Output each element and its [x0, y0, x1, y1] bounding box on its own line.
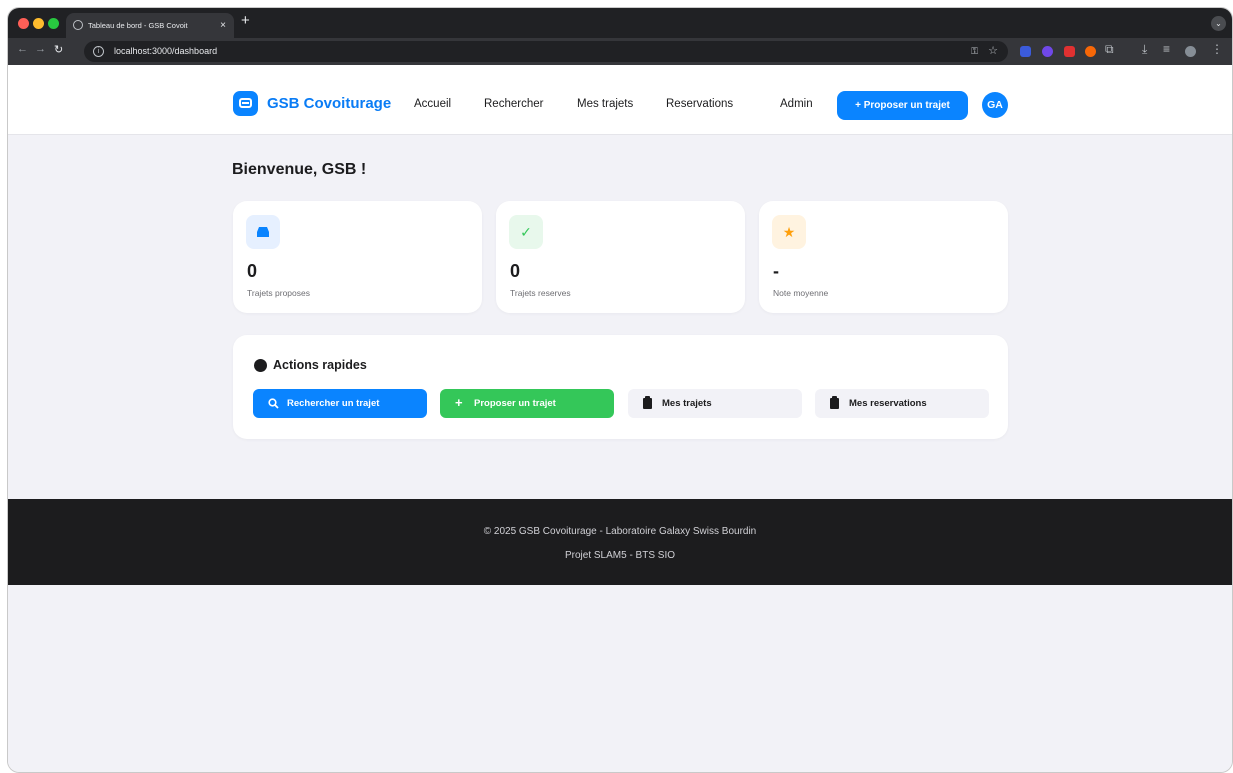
quick-actions-card: Actions rapides Rechercher un trajet + P…: [233, 335, 1008, 439]
browser-tab[interactable]: Tableau de bord - GSB Covoit ×: [66, 13, 234, 38]
nav-mes-trajets[interactable]: Mes trajets: [577, 98, 633, 110]
back-arrow-icon[interactable]: ←: [17, 43, 28, 55]
extension-orange-icon[interactable]: [1085, 46, 1096, 57]
nav-accueil[interactable]: Accueil: [414, 98, 451, 110]
nav-admin[interactable]: Admin: [780, 98, 813, 110]
propose-trip-quick-button[interactable]: + Proposer un trajet: [440, 389, 614, 418]
car-icon: [246, 215, 280, 249]
footer-project: Projet SLAM5 - BTS SIO: [564, 550, 676, 561]
bookmark-star-icon[interactable]: ☆: [988, 41, 998, 62]
profile-icon[interactable]: [1185, 46, 1196, 57]
star-icon: ★: [772, 215, 806, 249]
maximize-window-button[interactable]: [48, 18, 59, 29]
close-window-button[interactable]: [18, 18, 29, 29]
bullet-icon: [254, 359, 267, 372]
tab-title: Tableau de bord - GSB Covoit: [88, 21, 188, 30]
car-logo-icon[interactable]: [233, 91, 258, 116]
my-reservations-button[interactable]: Mes reservations: [815, 389, 989, 418]
extension-shield-icon[interactable]: [1020, 46, 1031, 57]
clipboard-icon: [830, 396, 839, 409]
check-icon: ✓: [509, 215, 543, 249]
download-icon[interactable]: ⤓: [1142, 42, 1147, 57]
stat-label: Note moyenne: [773, 288, 829, 298]
avatar[interactable]: GA: [982, 92, 1008, 118]
propose-trip-button[interactable]: + Proposer un trajet: [837, 91, 968, 120]
stat-card-trips-offered: 0 Trajets proposes: [233, 201, 482, 313]
site-footer: © 2025 GSB Covoiturage - Laboratoire Gal…: [8, 499, 1232, 585]
extension-badge-icon[interactable]: [1042, 46, 1053, 57]
quick-actions-title: Actions rapides: [254, 358, 367, 372]
tab-close-icon[interactable]: ×: [220, 13, 226, 38]
menu-dots-icon[interactable]: ⋮: [1211, 42, 1223, 56]
extensions-puzzle-icon[interactable]: ⧉: [1105, 42, 1114, 57]
address-bar[interactable]: i localhost:3000/dashboard ⚿ ☆: [84, 41, 1008, 62]
nav-rechercher[interactable]: Rechercher: [484, 98, 543, 110]
stat-label: Trajets proposes: [247, 288, 310, 298]
page-title: Bienvenue, GSB !: [232, 161, 367, 178]
clipboard-icon: [643, 396, 652, 409]
stat-card-average-rating: ★ - Note moyenne: [759, 201, 1008, 313]
media-icon[interactable]: ≡: [1163, 42, 1170, 56]
url-text: localhost:3000/dashboard: [114, 46, 218, 56]
brand-name[interactable]: GSB Covoiturage: [267, 95, 391, 112]
tab-strip: Tableau de bord - GSB Covoit × + ⌄: [8, 8, 1232, 38]
search-trip-button[interactable]: Rechercher un trajet: [253, 389, 427, 418]
nav-reservations[interactable]: Reservations: [666, 98, 733, 110]
stat-value: 0: [510, 261, 521, 281]
reload-icon[interactable]: ↻: [54, 43, 63, 56]
search-icon: [268, 398, 279, 412]
plus-icon: +: [455, 395, 463, 410]
new-tab-button[interactable]: +: [241, 12, 250, 29]
site-info-icon[interactable]: i: [93, 46, 104, 57]
stat-card-trips-booked: ✓ 0 Trajets reserves: [496, 201, 745, 313]
browser-window: Tableau de bord - GSB Covoit × + ⌄ ← → ↻…: [8, 8, 1232, 772]
footer-copyright: © 2025 GSB Covoiturage - Laboratoire Gal…: [483, 526, 757, 537]
stat-label: Trajets reserves: [510, 288, 571, 298]
key-icon[interactable]: ⚿: [971, 41, 978, 62]
stat-value: -: [773, 261, 779, 281]
page: GSB Covoiturage Accueil Rechercher Mes t…: [8, 65, 1232, 772]
extension-red-icon[interactable]: [1064, 46, 1075, 57]
my-trips-button[interactable]: Mes trajets: [628, 389, 802, 418]
tab-search-button[interactable]: ⌄: [1211, 16, 1226, 31]
site-header: GSB Covoiturage Accueil Rechercher Mes t…: [8, 65, 1232, 135]
browser-toolbar: ← → ↻ i localhost:3000/dashboard ⚿ ☆ ⧉ ⤓…: [8, 38, 1232, 65]
minimize-window-button[interactable]: [33, 18, 44, 29]
stat-value: 0: [247, 261, 258, 281]
globe-icon: [73, 20, 83, 30]
forward-arrow-icon[interactable]: →: [35, 43, 46, 55]
